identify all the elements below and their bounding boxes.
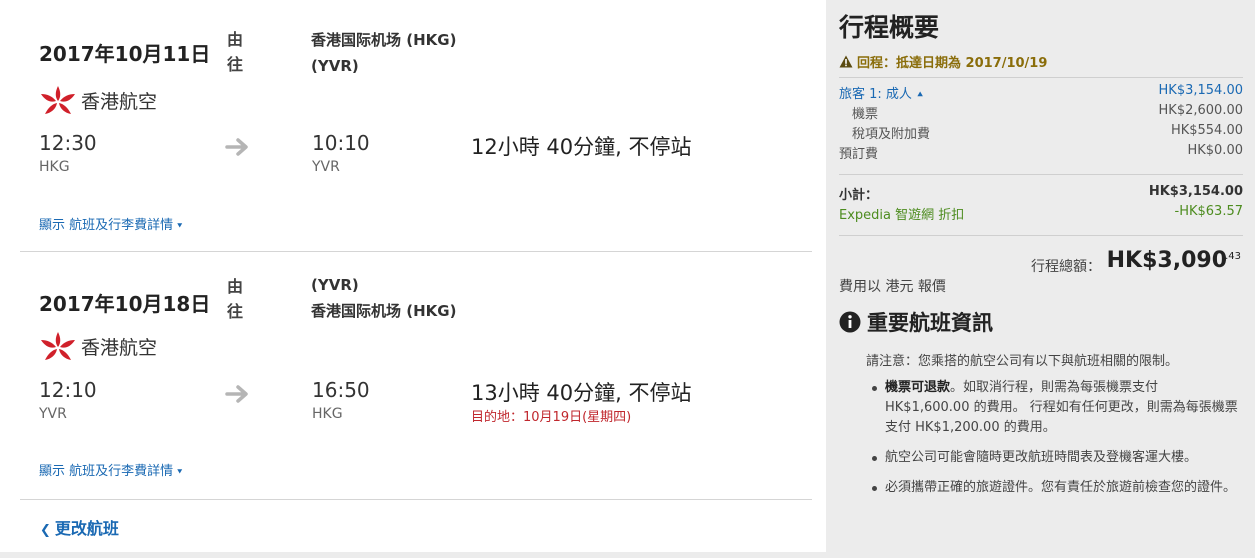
depart-time: 12:10	[39, 378, 97, 402]
hong-kong-airlines-logo-icon	[41, 332, 75, 360]
traveler-toggle[interactable]: 旅客 1: 成人 ⯅	[839, 83, 924, 102]
chevron-down-icon: ⯆	[176, 468, 184, 478]
refundable-label: 機票可退款	[885, 380, 951, 395]
depart-code: YVR	[39, 406, 67, 422]
route: 香港国际机场 (HKG) (YVR)	[311, 27, 456, 79]
list-item: 必須攜帶正確的旅遊證件。您有責任於旅遊前檢查您的證件。	[871, 478, 1241, 498]
via-label: 由往	[227, 30, 244, 74]
chevron-left-icon: ❮	[40, 523, 51, 538]
airline-name: 香港航空	[81, 336, 158, 359]
traveler-total: HK$3,154.00	[1158, 83, 1243, 98]
depart-code: HKG	[39, 159, 70, 175]
route-origin: 香港国际机场 (HKG)	[311, 31, 457, 49]
arrive-code: HKG	[312, 406, 343, 422]
show-details-link[interactable]: 顯示 航班及行李費詳情 ⯆	[39, 214, 183, 233]
travel-docs-text: 必須攜帶正確的旅遊證件。您有責任於旅遊前檢查您的證件。	[885, 480, 1237, 495]
arrow-right-icon	[225, 385, 248, 403]
ticket-label: 機票	[852, 107, 879, 122]
list-item: 航空公司可能會隨時更改航班時間表及登機客運大樓。	[871, 448, 1241, 468]
total-label: 行程總額：	[1031, 259, 1101, 275]
flight-duration: 13小時 40分鐘, 不停站	[471, 381, 692, 405]
schedule-change-text: 航空公司可能會隨時更改航班時間表及登機客運大樓。	[885, 450, 1198, 465]
warning-icon	[839, 55, 853, 68]
change-flight-label: 更改航班	[54, 519, 119, 538]
hong-kong-airlines-logo-icon	[41, 86, 75, 114]
return-date-warning: 回程：抵達日期為 2017/10/19	[839, 52, 1047, 71]
discount-value: -HK$63.57	[1174, 204, 1243, 219]
important-info-heading: 重要航班資訊	[839, 307, 993, 337]
total-cents: .43	[1225, 251, 1241, 262]
via-label: 由往	[227, 277, 244, 321]
change-flight-link[interactable]: ❮ 更改航班	[40, 515, 119, 539]
booking-fee-label: 預訂費	[839, 147, 879, 162]
arrive-code: YVR	[312, 159, 340, 175]
ticket-value: HK$2,600.00	[1158, 103, 1243, 118]
divider	[839, 235, 1243, 236]
flight-leg-return: 2017年10月18日 香港航空 由往 (YVR) 香港国际机场 (HKG) 1…	[20, 252, 812, 500]
route-destination: 香港国际机场 (HKG)	[311, 302, 457, 320]
booking-fee-value: HK$0.00	[1187, 143, 1243, 158]
restriction-notice: 請注意：您乘搭的航空公司有以下與航班相關的限制。	[866, 354, 1179, 369]
subtotal-label: 小計：	[839, 188, 879, 203]
flight-duration: 12小時 40分鐘, 不停站	[471, 135, 692, 159]
traveler-label: 旅客 1: 成人	[839, 87, 912, 102]
show-details-link[interactable]: 顯示 航班及行李費詳情 ⯆	[39, 460, 183, 479]
flight-leg-outbound: 2017年10月11日 香港航空 由往 香港国际机场 (HKG) (YVR) 1…	[20, 0, 812, 252]
tax-value: HK$554.00	[1170, 123, 1243, 138]
restriction-list: 機票可退款。如取消行程，則需為每張機票支付 HK$1,600.00 的費用。 行…	[871, 378, 1241, 508]
airline-name: 香港航空	[81, 90, 158, 113]
important-info-title: 重要航班資訊	[867, 311, 993, 335]
airline: 香港航空	[39, 330, 157, 362]
discount-label: Expedia 智遊網 折扣	[839, 208, 965, 223]
details-link-label: 顯示 航班及行李費詳情	[39, 464, 174, 479]
arrow-right-icon	[225, 138, 248, 156]
depart-time: 12:30	[39, 131, 97, 155]
info-icon	[839, 311, 861, 333]
arrive-time: 16:50	[312, 378, 370, 402]
divider	[839, 77, 1243, 78]
arrive-time: 10:10	[312, 131, 370, 155]
airline: 香港航空	[39, 84, 157, 116]
divider	[839, 174, 1243, 175]
route-destination: (YVR)	[311, 57, 359, 75]
total-value: HK$3,090	[1106, 248, 1227, 273]
subtotal-value: HK$3,154.00	[1148, 184, 1243, 199]
chevron-up-icon: ⯅	[916, 90, 925, 101]
summary-title: 行程概要	[839, 13, 940, 42]
details-link-label: 顯示 航班及行李費詳情	[39, 218, 174, 233]
currency-note: 費用以 港元 報價	[839, 279, 946, 295]
destination-date-note: 目的地：10月19日(星期四)	[471, 410, 632, 425]
route-origin: (YVR)	[311, 276, 359, 294]
flight-list-card: 2017年10月11日 香港航空 由往 香港国际机场 (HKG) (YVR) 1…	[0, 0, 826, 552]
list-item: 機票可退款。如取消行程，則需為每張機票支付 HK$1,600.00 的費用。 行…	[871, 378, 1241, 438]
tax-label: 稅項及附加費	[852, 127, 931, 142]
warning-text: 回程：抵達日期為 2017/10/19	[857, 56, 1048, 71]
leg-date: 2017年10月18日	[39, 292, 211, 316]
chevron-down-icon: ⯆	[176, 222, 184, 232]
leg-date: 2017年10月11日	[39, 42, 211, 66]
route: (YVR) 香港国际机场 (HKG)	[311, 272, 456, 324]
